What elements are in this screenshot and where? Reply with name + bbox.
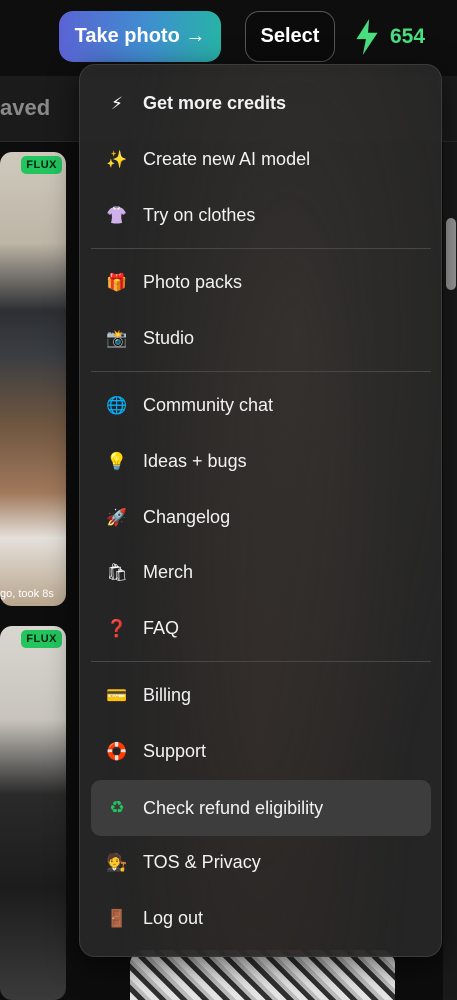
credits-count: 654 [390,25,426,48]
menu-item-check-refund[interactable]: ♻ Check refund eligibility [91,780,431,836]
sparkles-icon: ✨ [106,149,128,169]
menu-item-label: Try on clothes [143,205,256,225]
menu-item-get-more-credits[interactable]: ⚡ Get more credits [91,78,431,129]
take-photo-button[interactable]: Take photo → [59,11,221,62]
menu-divider [91,248,431,249]
menu-item-try-on-clothes[interactable]: 👚 Try on clothes [91,190,431,241]
globe-icon: 🌐 [106,395,128,415]
lightning-icon [356,19,378,55]
menu-divider [91,661,431,662]
menu-divider [91,371,431,372]
credit-card-icon: 💳 [106,685,128,705]
menu-item-label: Log out [143,908,204,928]
photo-caption: go, took 8s [0,588,54,600]
door-icon: 🚪 [106,908,128,928]
menu-item-label: Community chat [143,395,274,415]
select-button[interactable]: Select [245,11,335,62]
menu-item-create-ai-model[interactable]: ✨ Create new AI model [91,134,431,185]
menu-item-changelog[interactable]: 🚀 Changelog [91,492,431,543]
menu-item-label: Billing [143,685,192,705]
credits-indicator[interactable]: 654 [354,17,425,57]
menu-item-label: Merch [143,562,194,582]
menu-item-photo-packs[interactable]: 🎁 Photo packs [91,257,431,308]
menu-item-label: Check refund eligibility [143,797,324,818]
flux-badge: FLUX [21,156,62,174]
scrollbar-thumb[interactable] [446,218,456,290]
saved-tab[interactable]: aved [0,95,50,121]
flux-badge: FLUX [21,630,62,648]
gift-icon: 🎁 [106,272,128,292]
menu-item-merch[interactable]: 🛍 Merch [91,547,431,598]
menu-item-label: Ideas + bugs [143,451,247,471]
menu-item-label: Support [143,741,207,761]
lightning-icon: ⚡ [111,93,123,113]
camera-icon: 📸 [106,328,128,348]
dropdown-menu: ⚡ Get more credits ✨ Create new AI model… [79,64,442,957]
menu-item-label: FAQ [143,618,180,638]
menu-item-ideas-bugs[interactable]: 💡 Ideas + bugs [91,436,431,487]
shopping-bags-icon: 🛍 [106,562,128,582]
judge-icon: 🧑‍⚖️ [106,852,128,872]
menu-item-community-chat[interactable]: 🌐 Community chat [91,380,431,431]
photo-thumbnail[interactable] [130,950,395,1000]
lightbulb-icon: 💡 [106,451,128,471]
menu-item-tos-privacy[interactable]: 🧑‍⚖️ TOS & Privacy [91,837,431,888]
menu-item-label: Studio [143,328,195,348]
menu-item-label: Photo packs [143,272,243,292]
rocket-icon: 🚀 [106,507,128,527]
menu-item-log-out[interactable]: 🚪 Log out [91,893,431,944]
question-mark-icon: ❓ [106,618,128,638]
menu-item-billing[interactable]: 💳 Billing [91,670,431,721]
menu-item-label: Create new AI model [143,149,311,169]
menu-item-support[interactable]: 🛟 Support [91,726,431,777]
photo-thumbnail[interactable]: FLUX go, took 8s [0,152,66,606]
menu-item-label: Get more credits [143,93,287,113]
recycle-icon: ♻ [109,798,125,817]
menu-item-label: TOS & Privacy [143,852,261,872]
menu-item-studio[interactable]: 📸 Studio [91,313,431,364]
photo-thumbnail[interactable]: FLUX [0,626,66,1000]
menu-item-label: Changelog [143,507,231,527]
shirt-icon: 👚 [106,205,128,225]
lifebuoy-icon: 🛟 [106,741,128,761]
menu-item-faq[interactable]: ❓ FAQ [91,603,431,654]
